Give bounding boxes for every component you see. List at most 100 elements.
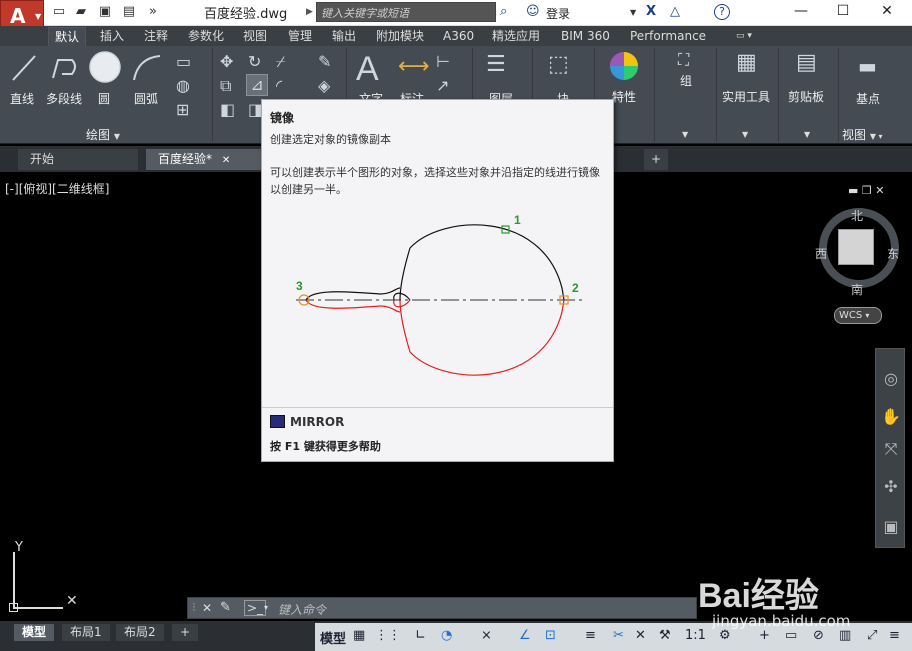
viewport-label[interactable]: [-][俯视][二维线框] — [5, 180, 109, 197]
region-icon[interactable]: ⊞ — [176, 100, 189, 119]
viewcube-north[interactable]: 北 — [851, 207, 863, 224]
viewcube-top-face[interactable] — [838, 229, 874, 265]
utilities-panel-dropdown[interactable]: ▼ — [742, 126, 748, 142]
viewcube-east[interactable]: 东 — [887, 245, 899, 262]
a360-icon[interactable]: △ — [670, 4, 680, 19]
close-icon[interactable]: ✕ — [870, 0, 904, 24]
login-button[interactable]: 登录 — [546, 5, 570, 22]
layers-icon[interactable]: ☰ — [486, 52, 506, 77]
erase-icon[interactable]: ✎ — [318, 52, 331, 71]
circle-tool-icon[interactable] — [88, 50, 122, 84]
customize-wrench-icon[interactable]: ✎ — [220, 600, 231, 615]
maximize-icon[interactable]: ☐ — [826, 0, 860, 24]
lineweight-icon[interactable]: ≡ — [585, 628, 596, 643]
block-icon[interactable]: ⬚ — [548, 52, 569, 77]
zoom-extents-icon[interactable]: ⤧ — [880, 439, 902, 461]
grid-icon[interactable]: ▦ — [353, 628, 365, 643]
new-tab-button[interactable]: + — [644, 149, 668, 170]
move-icon[interactable]: ✥ — [220, 52, 233, 71]
fillet-icon[interactable]: ◜ — [276, 76, 282, 95]
add-layout-button[interactable]: + — [172, 624, 199, 641]
properties-color-wheel-icon[interactable] — [608, 50, 640, 82]
binoculars-icon[interactable]: ⌕ — [500, 4, 507, 19]
trim-icon[interactable]: ⌿ — [276, 52, 286, 72]
ortho-icon[interactable]: ∟ — [415, 628, 426, 643]
model-space-button[interactable]: 模型 — [320, 628, 346, 647]
tab-featured-apps[interactable]: 精选应用 — [486, 27, 546, 46]
base-point-icon[interactable]: ▬ — [858, 54, 877, 78]
object-snap-icon[interactable]: ⊡ — [545, 628, 556, 643]
stretch-icon[interactable]: ◧ — [220, 100, 235, 119]
expand-arrow-icon[interactable]: ▶ — [306, 7, 313, 17]
group-panel-dropdown[interactable]: ▼ — [682, 126, 688, 142]
clipboard-panel-dropdown[interactable]: ▼ — [804, 126, 810, 142]
tab-view[interactable]: 视图 — [237, 27, 273, 46]
copy-icon[interactable]: ⧉ — [220, 76, 231, 96]
tab-performance[interactable]: Performance — [624, 27, 712, 46]
help-icon[interactable]: ? — [714, 4, 730, 20]
showmotion-icon[interactable]: ▣ — [880, 517, 902, 539]
tab-start[interactable]: 开始 — [18, 149, 138, 170]
group-tool-label[interactable]: 组 — [680, 72, 692, 89]
rotate-icon[interactable]: ↻ — [248, 52, 261, 71]
tab-manage[interactable]: 管理 — [282, 27, 318, 46]
tab-a360[interactable]: A360 — [437, 27, 480, 46]
hatch-icon[interactable]: ◍ — [176, 76, 190, 95]
linear-dim-icon[interactable]: ⊢ — [436, 52, 450, 71]
tab-parametric[interactable]: 参数化 — [182, 27, 230, 46]
close-icon[interactable]: ✕ — [202, 601, 212, 615]
pan-hand-icon[interactable]: ✋ — [880, 407, 902, 429]
user-icon[interactable]: ☺ — [526, 4, 540, 19]
tab-model[interactable]: 模型 — [14, 624, 55, 641]
viewcube-west[interactable]: 西 — [815, 245, 827, 262]
tab-annotate[interactable]: 注释 — [138, 27, 174, 46]
base-tool-label[interactable]: 基点 — [856, 90, 880, 107]
text-icon[interactable]: A — [356, 50, 379, 89]
open-folder-icon[interactable]: ▰ — [72, 4, 90, 20]
mirror-icon[interactable]: ⊿ — [246, 74, 268, 96]
isodraft-icon[interactable]: ⨯ — [481, 628, 492, 643]
circle-tool-label[interactable]: 圆 — [98, 90, 110, 107]
command-line[interactable]: ⁝ ✕ ✎ >_ ▾ 键入命令 — [187, 597, 697, 619]
object-snap-tracking-icon[interactable]: ∠ — [519, 628, 531, 643]
tab-drawing[interactable]: 百度经验* ✕ — [146, 149, 262, 170]
tab-bim360[interactable]: BIM 360 — [555, 27, 616, 46]
draw-panel-footer[interactable]: 绘图 ▼ — [86, 126, 120, 142]
selection-cycling-icon[interactable]: ✂ — [613, 628, 624, 643]
rectangle-icon[interactable]: ▭ — [176, 52, 191, 71]
polyline-tool-label[interactable]: 多段线 — [46, 90, 82, 107]
auto-scale-icon[interactable]: ⚒ — [659, 628, 671, 643]
properties-tool-label[interactable]: 特性 — [612, 88, 636, 105]
wcs-menu[interactable]: WCS ▾ — [834, 307, 882, 324]
calculator-icon[interactable]: ▦ — [736, 50, 757, 75]
group-icon[interactable]: ⛶ — [678, 50, 689, 70]
ribbon-options-icon[interactable]: ▭ ▾ — [730, 27, 758, 46]
new-file-icon[interactable]: ▭ — [50, 4, 68, 20]
command-input[interactable]: 键入命令 — [278, 601, 326, 618]
search-input[interactable]: 键入关键字或短语 — [316, 2, 496, 22]
viewcube-south[interactable]: 南 — [851, 281, 863, 298]
arc-tool-label[interactable]: 圆弧 — [134, 90, 158, 107]
minimize-icon[interactable]: — — [784, 0, 818, 24]
chevron-down-icon[interactable]: ▾ — [264, 603, 268, 612]
viewport-window-controls[interactable]: ▬ ❐ ✕ — [848, 184, 884, 197]
save-icon[interactable]: ▣ — [96, 4, 114, 20]
more-icon[interactable]: » — [144, 4, 162, 20]
dimension-icon[interactable]: ⟷ — [398, 54, 430, 79]
annotation-visibility-icon[interactable]: ✕ — [635, 628, 646, 643]
tab-default[interactable]: 默认 — [48, 27, 87, 46]
polar-icon[interactable]: ◔ — [441, 628, 452, 643]
clipboard-tool-label[interactable]: 剪贴板 — [788, 88, 824, 105]
line-tool-label[interactable]: 直线 — [10, 90, 34, 107]
save-as-icon[interactable]: ▤ — [120, 4, 138, 20]
line-tool-icon[interactable] — [10, 52, 38, 84]
tab-insert[interactable]: 插入 — [94, 27, 130, 46]
tab-layout1[interactable]: 布局1 — [62, 624, 110, 641]
utilities-tool-label[interactable]: 实用工具 — [722, 88, 770, 105]
view-panel-footer[interactable]: 视图 ▼ ▾ — [842, 126, 883, 142]
tab-addins[interactable]: 附加模块 — [370, 27, 430, 46]
snap-icon[interactable]: ⋮⋮ — [375, 628, 401, 643]
arc-tool-icon[interactable] — [130, 52, 164, 84]
orbit-icon[interactable]: ✣ — [880, 477, 902, 499]
clipboard-icon[interactable]: ▤ — [796, 50, 817, 75]
